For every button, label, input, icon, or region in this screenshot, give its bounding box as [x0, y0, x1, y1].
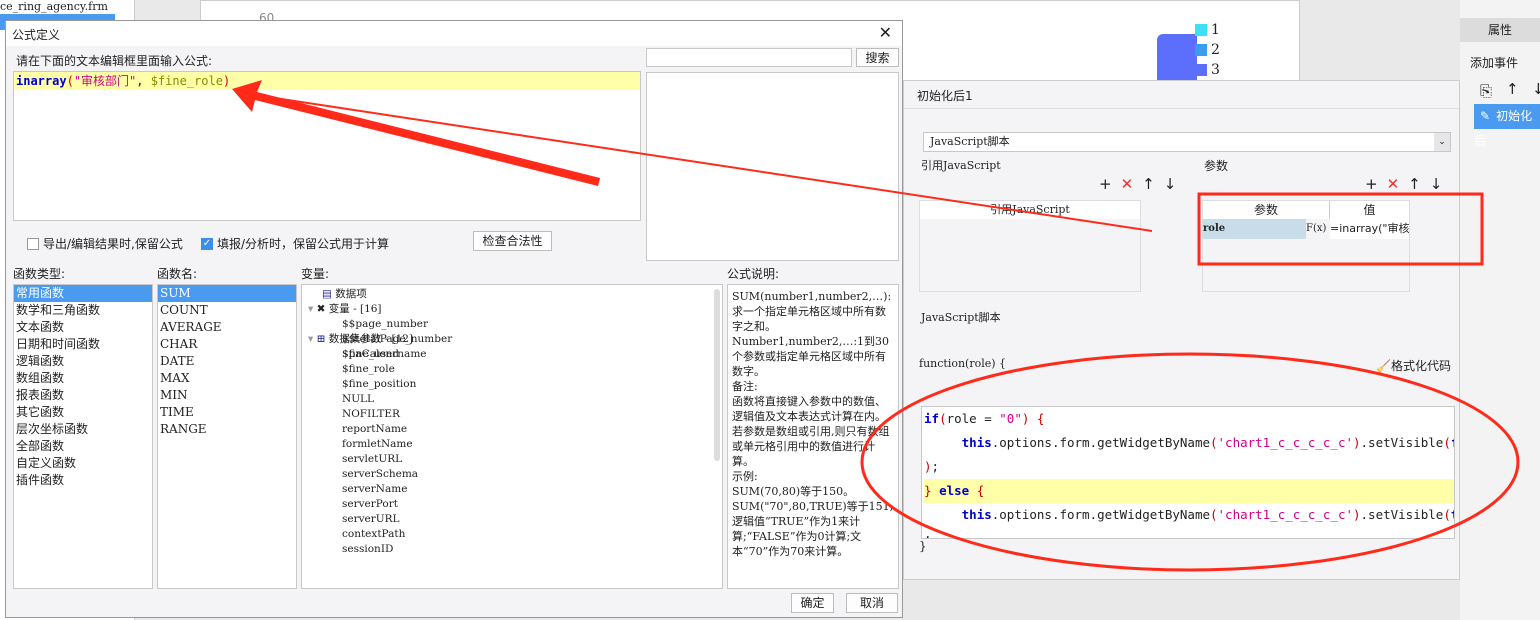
annotation-arrow-head: [232, 80, 600, 186]
annotation-rect: [1197, 192, 1484, 266]
annotation-ellipse: [860, 352, 1520, 572]
annotation-overlay: [232, 80, 1520, 572]
annotation-arrow-line-thin: [254, 94, 1153, 232]
